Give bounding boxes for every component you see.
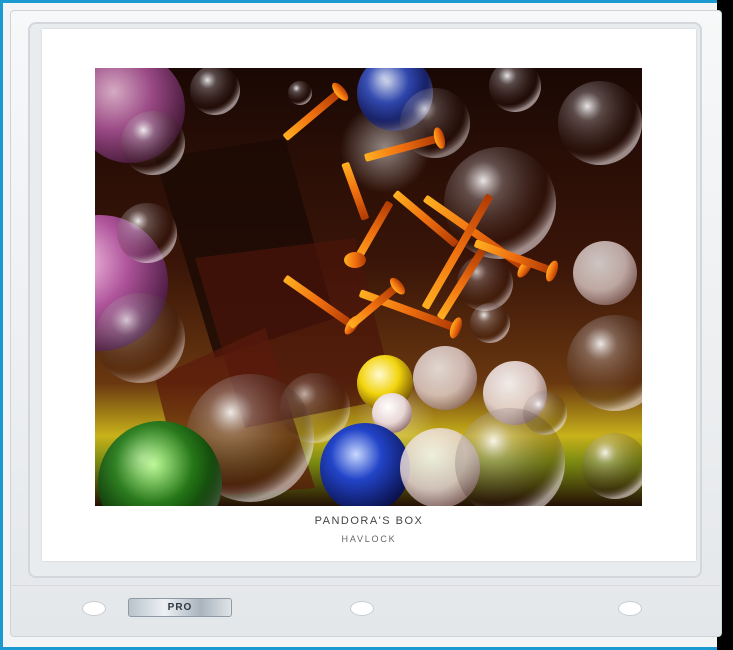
- sleeve-fold-line: [10, 585, 720, 586]
- binder-hole: [350, 601, 374, 616]
- brand-label: PRO: [128, 598, 232, 617]
- binder-hole: [618, 601, 642, 616]
- binder-hole: [82, 601, 106, 616]
- artwork-image: [95, 68, 642, 506]
- artwork-title: PANDORA'S BOX: [314, 515, 424, 527]
- artwork-artist: HAVLOCK: [341, 534, 397, 544]
- artwork-svg: [95, 68, 642, 506]
